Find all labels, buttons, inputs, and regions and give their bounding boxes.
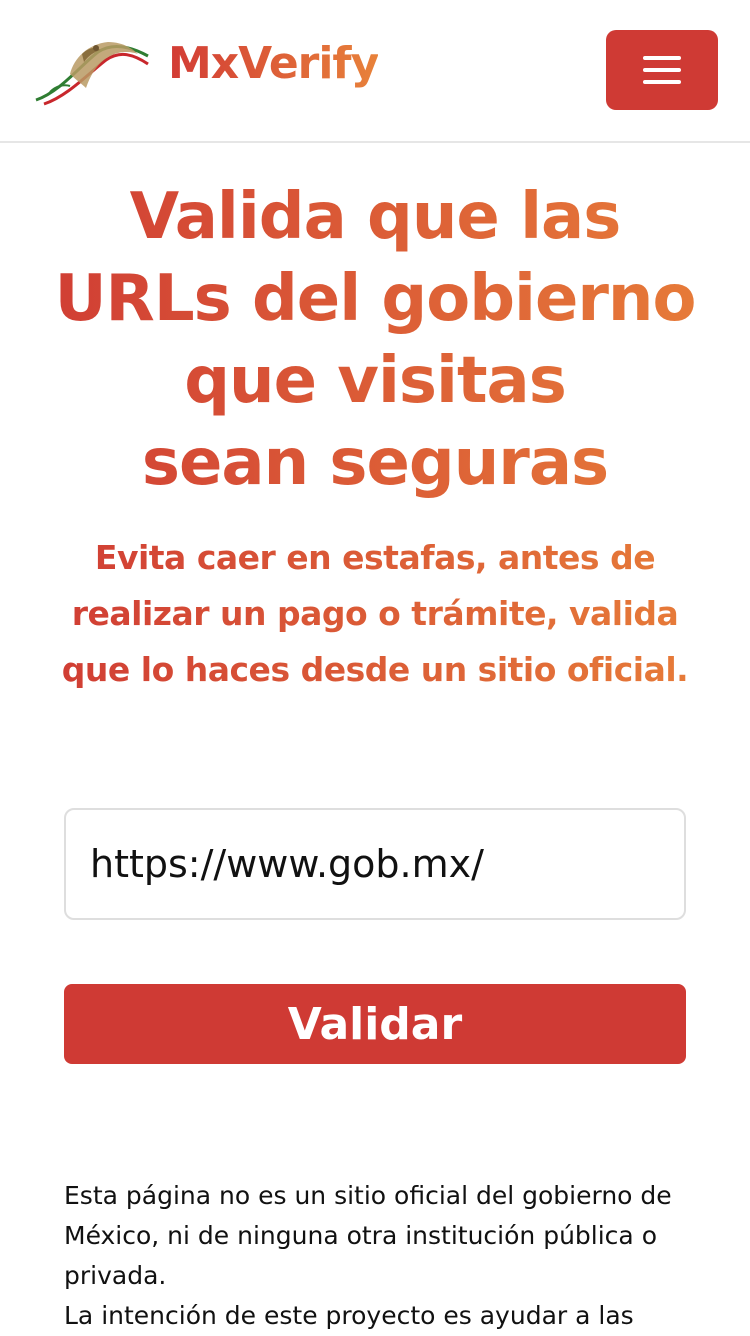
validate-button[interactable]: Validar — [64, 984, 686, 1064]
hero-title-line: URLs del gobierno — [54, 262, 696, 336]
hero-subtitle: Evita caer en estafas, antes de realizar… — [20, 530, 730, 698]
hero-title-line: sean seguras — [141, 426, 609, 500]
hero-title-line: Valida que las — [129, 180, 621, 254]
hero-title-line: que visitas — [184, 344, 566, 418]
brand-name[interactable]: MxVerify — [168, 34, 379, 94]
mexican-eagle-logo-icon[interactable] — [30, 34, 154, 106]
hero-title: Valida que las URLs del gobierno que vis… — [0, 176, 750, 504]
menu-button[interactable] — [606, 30, 718, 110]
disclaimer: Esta página no es un sitio oficial del g… — [64, 1176, 694, 1336]
navbar: MxVerify — [0, 0, 750, 143]
hero-subtitle-line: que lo haces desde un sitio oficial. — [61, 650, 689, 689]
disclaimer-paragraph: La intención de este proyecto es ayudar … — [64, 1301, 634, 1330]
hero-subtitle-line: Evita caer en estafas, antes de — [94, 538, 656, 577]
url-input[interactable] — [64, 808, 686, 920]
disclaimer-paragraph: Esta página no es un sitio oficial del g… — [64, 1181, 672, 1290]
hero-subtitle-line: realizar un pago o trámite, valida — [71, 594, 679, 633]
